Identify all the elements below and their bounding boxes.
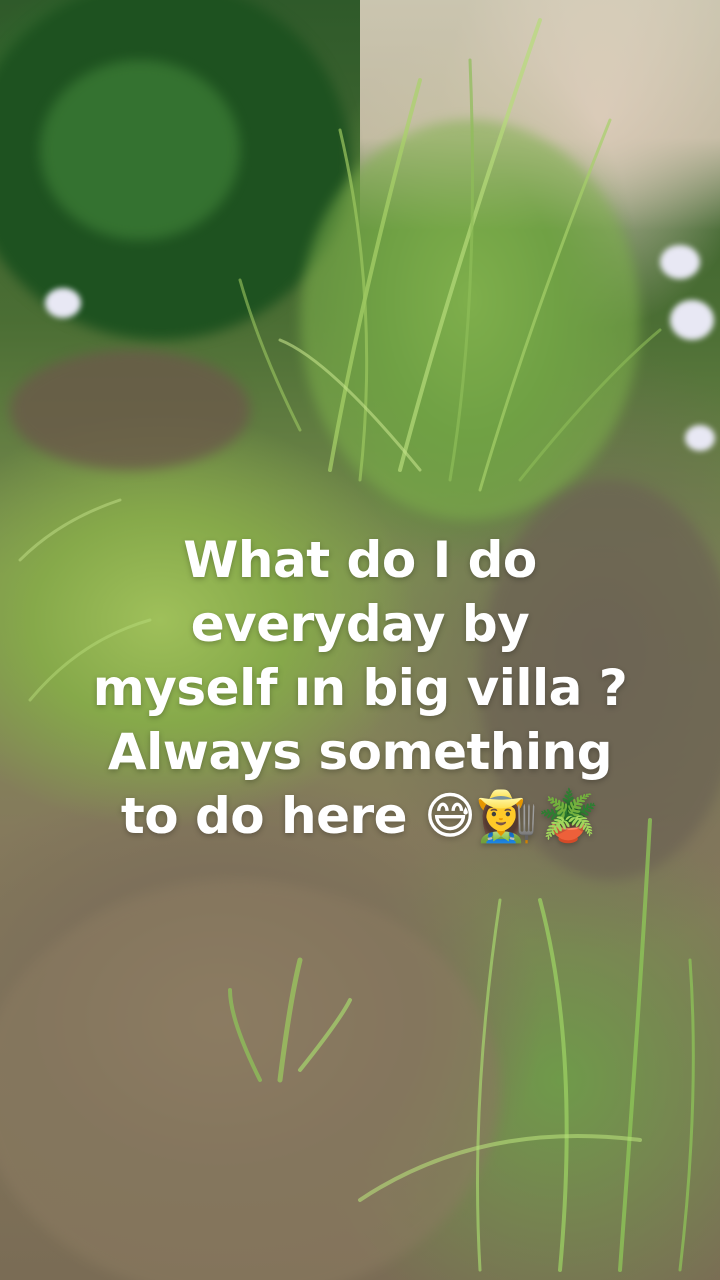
caption-line-5: to do here 😅👩‍🌾🪴: [40, 784, 680, 848]
caption-overlay: What do I do everyday by myself ın big v…: [40, 528, 680, 848]
caption-line-3: myself ın big villa ?: [92, 659, 628, 717]
farmer-emoji-icon: 👩‍🌾: [475, 787, 538, 845]
caption-line-4: Always something: [107, 723, 613, 781]
caption-line-1: What do I do: [183, 531, 537, 589]
caption-line-5-text: to do here: [120, 787, 408, 845]
video-frame: What do I do everyday by myself ın big v…: [0, 0, 720, 1280]
potted-plant-emoji-icon: 🪴: [537, 787, 600, 845]
sweat-smile-emoji-icon: 😅: [424, 787, 476, 845]
caption-line-2: everyday by: [190, 595, 530, 653]
